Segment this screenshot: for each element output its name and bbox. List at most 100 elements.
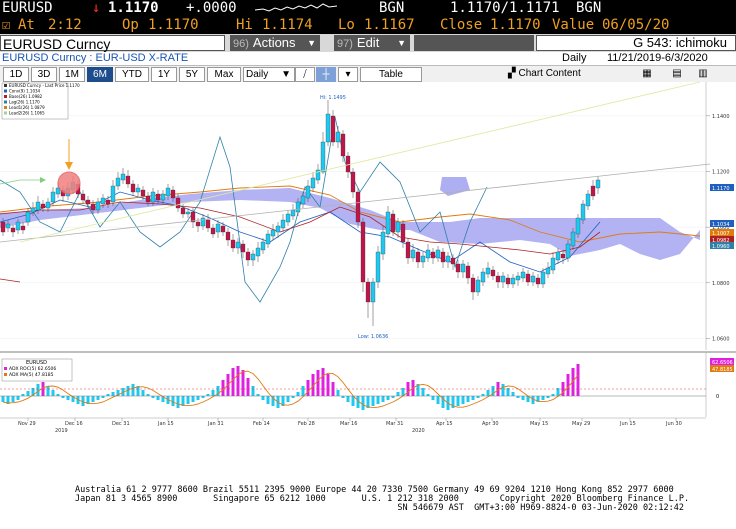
save-icon[interactable]: ▤ — [670, 67, 684, 80]
adx-roc-bar — [376, 396, 380, 404]
security-description: EURUSD Curncy : EUR-USD X-RATE — [2, 52, 189, 64]
legend-item: Base(26) 1.0982 — [9, 94, 43, 99]
candle-body — [160, 193, 166, 201]
adx-roc-bar — [241, 370, 245, 396]
adx-roc-bar — [286, 396, 290, 402]
candle-chart-icon[interactable]: ┼ — [316, 67, 336, 82]
edit-num: 97) — [337, 38, 353, 50]
x-tick-label: Jan 31 — [207, 421, 224, 427]
candle-body — [165, 187, 171, 197]
chevron-down-icon: ▼ — [281, 69, 291, 80]
period-select[interactable]: Daily ▼ — [243, 67, 295, 82]
legend-item: EURUSD Curncy - Last Price 1.1170 — [9, 83, 80, 88]
chevron-down-icon: ▼ — [397, 38, 406, 48]
line-chart-icon[interactable]: ⧸ — [295, 67, 315, 82]
range-1d-button[interactable]: 1D — [3, 67, 29, 82]
footer-session: SN 546679 AST GMT+3:00 H969-8824-0 03-Ju… — [75, 503, 684, 513]
candle-body — [220, 225, 226, 233]
candle-body — [370, 281, 376, 303]
candle-body — [280, 219, 286, 229]
adx-roc-bar — [306, 380, 310, 396]
legend-swatch — [4, 106, 7, 109]
candle-body — [420, 255, 426, 263]
lower-legend-item: ADX MA(5) 47.8185 — [9, 372, 54, 378]
adx-roc-bar — [156, 396, 160, 400]
candle-body — [35, 201, 41, 211]
x-tick-label: Jun 30 — [665, 421, 682, 427]
legend-swatch — [4, 89, 7, 93]
range-5y-button[interactable]: 5Y — [179, 67, 205, 82]
legend-swatch — [4, 84, 7, 87]
chart-content-button[interactable]: ▞ Chart Content — [508, 67, 608, 80]
candle-body — [225, 231, 231, 241]
legend-swatch — [4, 111, 7, 115]
adx-roc-bar — [46, 386, 50, 396]
candle-body — [505, 277, 511, 285]
candle-body — [545, 267, 551, 275]
candle-body — [260, 241, 266, 251]
candle-body — [475, 279, 481, 293]
actions-label: Actions — [252, 35, 296, 50]
date-range[interactable]: 11/21/2019-6/3/2020 — [607, 52, 708, 65]
chart-toolbar: 1D 3D 1M 6M YTD 1Y 5Y Max Daily ▼ ⧸ ┼ ▾ T… — [0, 65, 736, 83]
lower-legend-swatch — [4, 373, 7, 376]
candle-body — [30, 207, 36, 213]
candle-body — [495, 275, 501, 283]
low-value: 1.1167 — [364, 17, 415, 33]
close-value: 1.1170 — [490, 17, 541, 33]
range-max-button[interactable]: Max — [207, 67, 241, 82]
checkbox-icon[interactable]: ☑ — [2, 17, 10, 34]
value-label: Value — [552, 17, 595, 33]
adx-roc-bar — [111, 392, 115, 396]
x-tick-label: May 29 — [572, 421, 590, 427]
candle-body — [375, 251, 381, 283]
legend-item: Lead2(26) 1.1065 — [9, 111, 45, 116]
adx-roc-bar — [266, 396, 270, 404]
edit-menu-button[interactable]: 97) Edit ▼ — [334, 35, 410, 51]
lower-legend-swatch — [4, 367, 7, 370]
candle-body — [85, 199, 91, 205]
actions-menu-button[interactable]: 96) Actions ▼ — [230, 35, 320, 51]
options-icon[interactable]: ▥ — [696, 67, 710, 80]
candle-body — [10, 227, 16, 233]
actions-num: 96) — [233, 38, 249, 50]
adx-roc-bar — [106, 394, 110, 396]
candle-body — [215, 223, 221, 233]
candle-body — [435, 249, 441, 259]
candle-body — [385, 211, 391, 235]
chart-area[interactable]: EURUSD Curncy - Last Price 1.1170 Conv(9)… — [0, 81, 736, 482]
x-tick-label: Feb 28 — [298, 421, 315, 427]
settings-icon[interactable]: ▦ — [640, 67, 654, 80]
adx-roc-bar — [36, 384, 40, 396]
candle-body — [205, 219, 211, 229]
legend-swatch — [4, 95, 7, 98]
adx-roc-bar — [426, 394, 430, 396]
candle-body — [45, 201, 51, 209]
footer: Australia 61 2 9777 8600 Brazil 5511 239… — [0, 484, 736, 529]
price-tag-label: 1.1170 — [712, 186, 730, 192]
lower-panel-title: EURUSD — [26, 360, 47, 366]
range-6m-button[interactable]: 6M — [87, 67, 113, 82]
adx-roc-bar — [316, 370, 320, 396]
range-ytd-button[interactable]: YTD — [115, 67, 149, 82]
legend-swatch — [4, 100, 7, 104]
candle-body — [105, 199, 111, 205]
range-1m-button[interactable]: 1M — [59, 67, 85, 82]
adx-roc-bar — [21, 394, 25, 396]
adx-roc-bar — [386, 396, 390, 400]
range-1y-button[interactable]: 1Y — [151, 67, 177, 82]
table-button[interactable]: Table — [360, 67, 422, 82]
last-price: 1.1170 — [108, 0, 159, 16]
ticker[interactable]: EURUSD — [2, 0, 53, 17]
ichimoku-chart[interactable]: EURUSD Curncy - Last Price 1.1170Conv(9)… — [0, 81, 736, 482]
candle-body — [300, 195, 306, 205]
chevron-down-icon[interactable]: ▾ — [338, 67, 358, 82]
range-3d-button[interactable]: 3D — [31, 67, 57, 82]
period-select-value: Daily — [246, 69, 269, 80]
candle-body — [430, 251, 436, 259]
adx-roc-bar — [151, 396, 155, 398]
adx-roc-bar — [236, 366, 240, 396]
adx-roc-bar — [251, 386, 255, 396]
security-title[interactable]: EURUSD Curncy — [0, 35, 225, 52]
candle-body — [265, 233, 271, 245]
